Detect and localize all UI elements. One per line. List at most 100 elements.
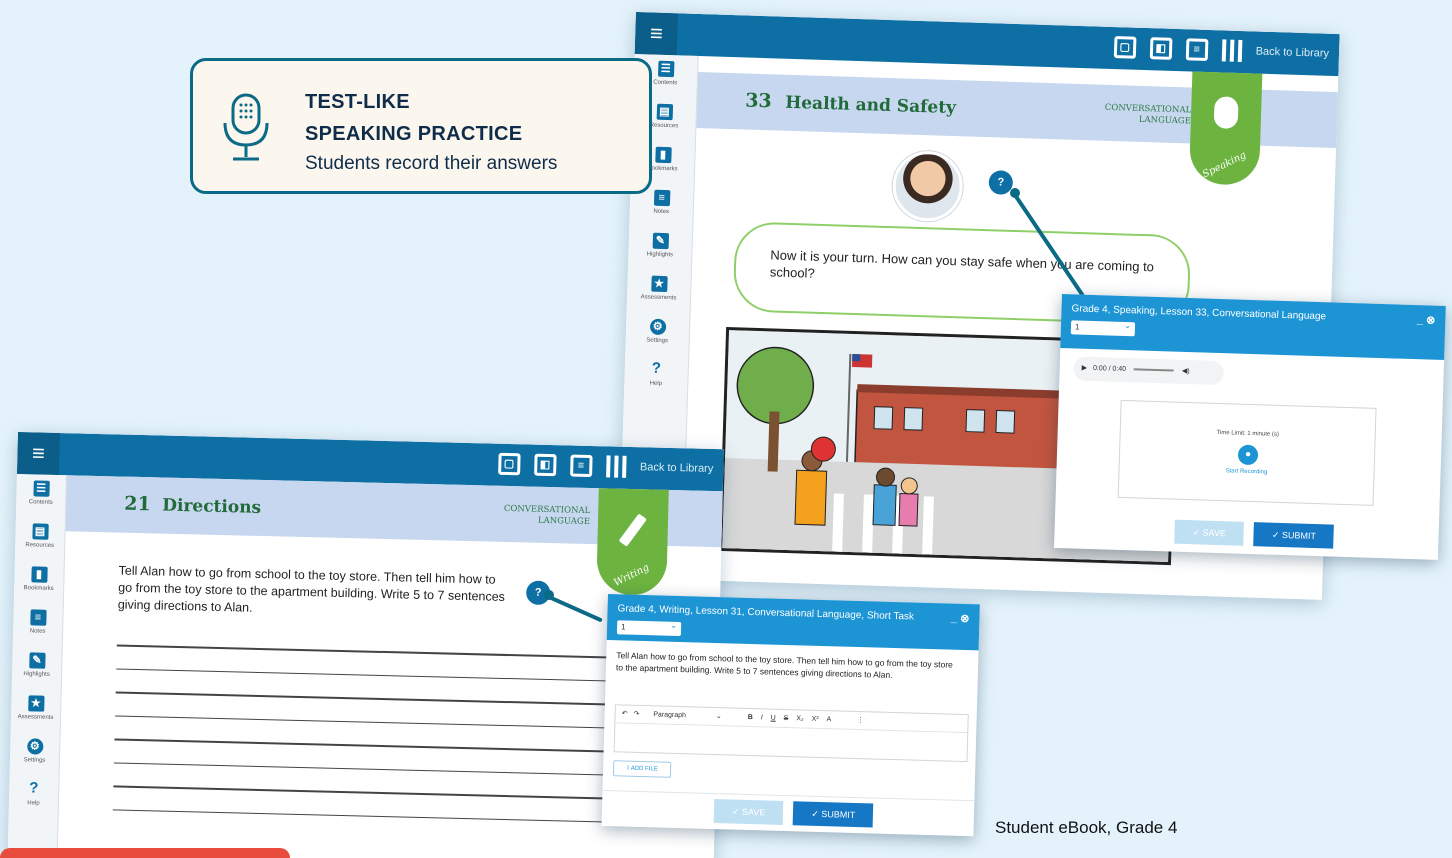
panel-close-button[interactable]: _ ⊗ [1417,313,1436,327]
writing-prompt: Tell Alan how to go from school to the t… [117,563,506,615]
toolbar-icons: ▢ ◧ ≡ Back to Library [497,452,714,480]
add-file-button[interactable]: ⌇ ADD FILE [612,760,672,778]
sidebar-item-highlights[interactable]: ✎ Highlights [12,646,62,690]
menu-button[interactable]: ≡ [634,12,678,56]
bold-icon[interactable]: B [748,714,753,721]
panel-header: Grade 4, Writing, Lesson 31, Conversatio… [606,594,980,651]
back-to-library-link[interactable]: Back to Library [640,461,714,475]
time-limit: Time Limit: 1 minute (s) [1216,429,1280,438]
sidebar-item-bookmarks[interactable]: ▮ Bookmarks [14,560,64,604]
teacher-avatar [891,150,964,223]
chevron-down-icon[interactable]: ⌄ [716,713,722,720]
notes-icon[interactable]: ≡ [1185,38,1209,61]
sidebar-item-settings[interactable]: ⚙ Settings [625,312,689,357]
lesson-title: Directions [162,495,262,518]
sidebar-item-assessments[interactable]: ★ Assessments [11,689,61,733]
strikethrough-icon[interactable]: S [784,715,789,722]
callout-description: Students record their answers [305,153,558,174]
sidebar-item-contents[interactable]: ☰ Contents [16,474,66,518]
toolbar-icons: ▢ ◧ ≡ Back to Library [1113,36,1329,65]
speaking-prompt: Now it is your turn. How can you stay sa… [769,247,1155,281]
sidebar-item-highlights[interactable]: ✎ Highlights [628,226,692,271]
highlighter-icon: ✎ [652,232,669,250]
sidebar-item-settings[interactable]: ⚙ Settings [10,732,60,776]
speaking-response-panel: Grade 4, Speaking, Lesson 33, Conversati… [1054,294,1446,560]
callout-heading-line2: SPEAKING PRACTICE [305,123,523,145]
notes-icon[interactable]: ≡ [569,454,593,478]
volume-icon[interactable]: ◀) [1182,368,1190,375]
redo-icon[interactable]: ↷ [633,711,639,718]
bookmark-icon: ▮ [654,146,672,164]
lesson-category: CONVERSATIONAL LANGUAGE [503,503,591,527]
subscript-icon[interactable]: X₂ [796,715,804,722]
contents-icon: ☰ [32,480,50,497]
lesson-number: 21 [124,492,151,516]
item-select[interactable]: 1 [616,620,682,637]
sidebar-item-help[interactable]: ? Help [9,775,59,819]
lesson-title: Health and Safety [784,92,957,119]
panel-title: Grade 4, Writing, Lesson 31, Conversatio… [617,603,915,623]
resources-icon: ▤ [656,103,673,121]
microphone-icon [223,93,269,161]
submit-button[interactable]: ✓ SUBMIT [1253,522,1335,549]
resources-icon: ▤ [31,523,49,540]
submit-button[interactable]: ✓ SUBMIT [793,801,874,828]
sidebar-item-help[interactable]: ? Help [624,355,688,400]
start-recording-label[interactable]: Start Recording [1119,465,1373,479]
text-color-icon[interactable]: A [826,716,830,723]
play-icon[interactable]: ▶ [1082,365,1088,372]
toc-icon[interactable]: ▢ [497,452,521,476]
top-toolbar: ≡ ▢ ◧ ≡ Back to Library [634,12,1340,77]
assessment-icon: ★ [650,275,668,293]
sidebar-item-assessments[interactable]: ★ Assessments [627,269,691,314]
note-icon: ≡ [29,609,47,626]
record-button[interactable]: ● [1237,444,1259,466]
speaking-practice-callout: TEST-LIKE SPEAKING PRACTICE Students rec… [190,58,652,194]
gear-icon: ⚙ [649,318,666,336]
audio-player[interactable]: ▶ 0:00 / 0:40 ◀) [1073,356,1224,386]
panel-title: Grade 4, Speaking, Lesson 33, Conversati… [1071,303,1327,323]
recording-area: Time Limit: 1 minute (s) ● Start Recordi… [1117,399,1377,506]
assessment-icon: ★ [27,695,45,712]
help-icon: ? [651,359,662,377]
item-select[interactable]: 1 [1070,320,1136,337]
gear-icon: ⚙ [26,738,44,755]
panel-prompt: Tell Alan how to go from school to the t… [615,650,954,680]
help-icon: ? [29,779,39,797]
bookmark-icon: ▮ [30,566,48,583]
back-to-library-link[interactable]: Back to Library [1256,45,1330,59]
note-icon: ≡ [653,189,670,207]
format-select[interactable]: Paragraph [653,711,686,719]
audio-progress[interactable] [1134,368,1175,372]
microphone-icon [1213,96,1239,129]
caption: Student eBook, Grade 4 [995,818,1178,837]
menu-button[interactable]: ≡ [16,432,60,476]
lesson-number: 33 [744,89,773,113]
side-navigation: ☰ Contents ▤ Resources ▮ Bookmarks ≡ Notes ✎… [7,473,67,858]
library-icon[interactable] [605,455,627,478]
superscript-icon[interactable]: X² [812,716,819,723]
undo-icon[interactable]: ↶ [622,710,628,717]
save-button[interactable]: ✓ SAVE [1174,519,1245,546]
save-button[interactable]: ✓ SAVE [713,799,784,825]
more-options-icon[interactable]: ⋮ [857,717,864,724]
writing-ribbon: Writing [596,488,669,596]
audio-time: 0:00 / 0:40 [1092,365,1127,374]
text-editor[interactable]: ↶ ↷ Paragraph ⌄ B I U S X₂ X² A ⋮ [613,704,969,763]
pencil-icon [618,513,647,547]
panel-close-button[interactable]: _ ⊗ [951,612,970,626]
sidebar-item-notes[interactable]: ≡ Notes [13,603,63,647]
underline-icon[interactable]: U [771,715,776,722]
paperclip-icon: ⌇ [626,765,630,772]
lesson-category: CONVERSATIONAL LANGUAGE [1104,102,1192,127]
answer-lines [112,644,637,845]
zoom-page-icon[interactable]: ◧ [533,453,557,477]
toc-icon[interactable]: ▢ [1113,36,1137,59]
panel-header: Grade 4, Speaking, Lesson 33, Conversati… [1060,294,1446,361]
library-icon[interactable] [1221,39,1243,63]
editor-toolbar: ↶ ↷ Paragraph ⌄ B I U S X₂ X² A ⋮ [615,705,968,734]
red-tab [0,848,290,858]
zoom-page-icon[interactable]: ◧ [1149,37,1173,60]
sidebar-item-resources[interactable]: ▤ Resources [15,517,65,561]
italic-icon[interactable]: I [761,714,763,721]
